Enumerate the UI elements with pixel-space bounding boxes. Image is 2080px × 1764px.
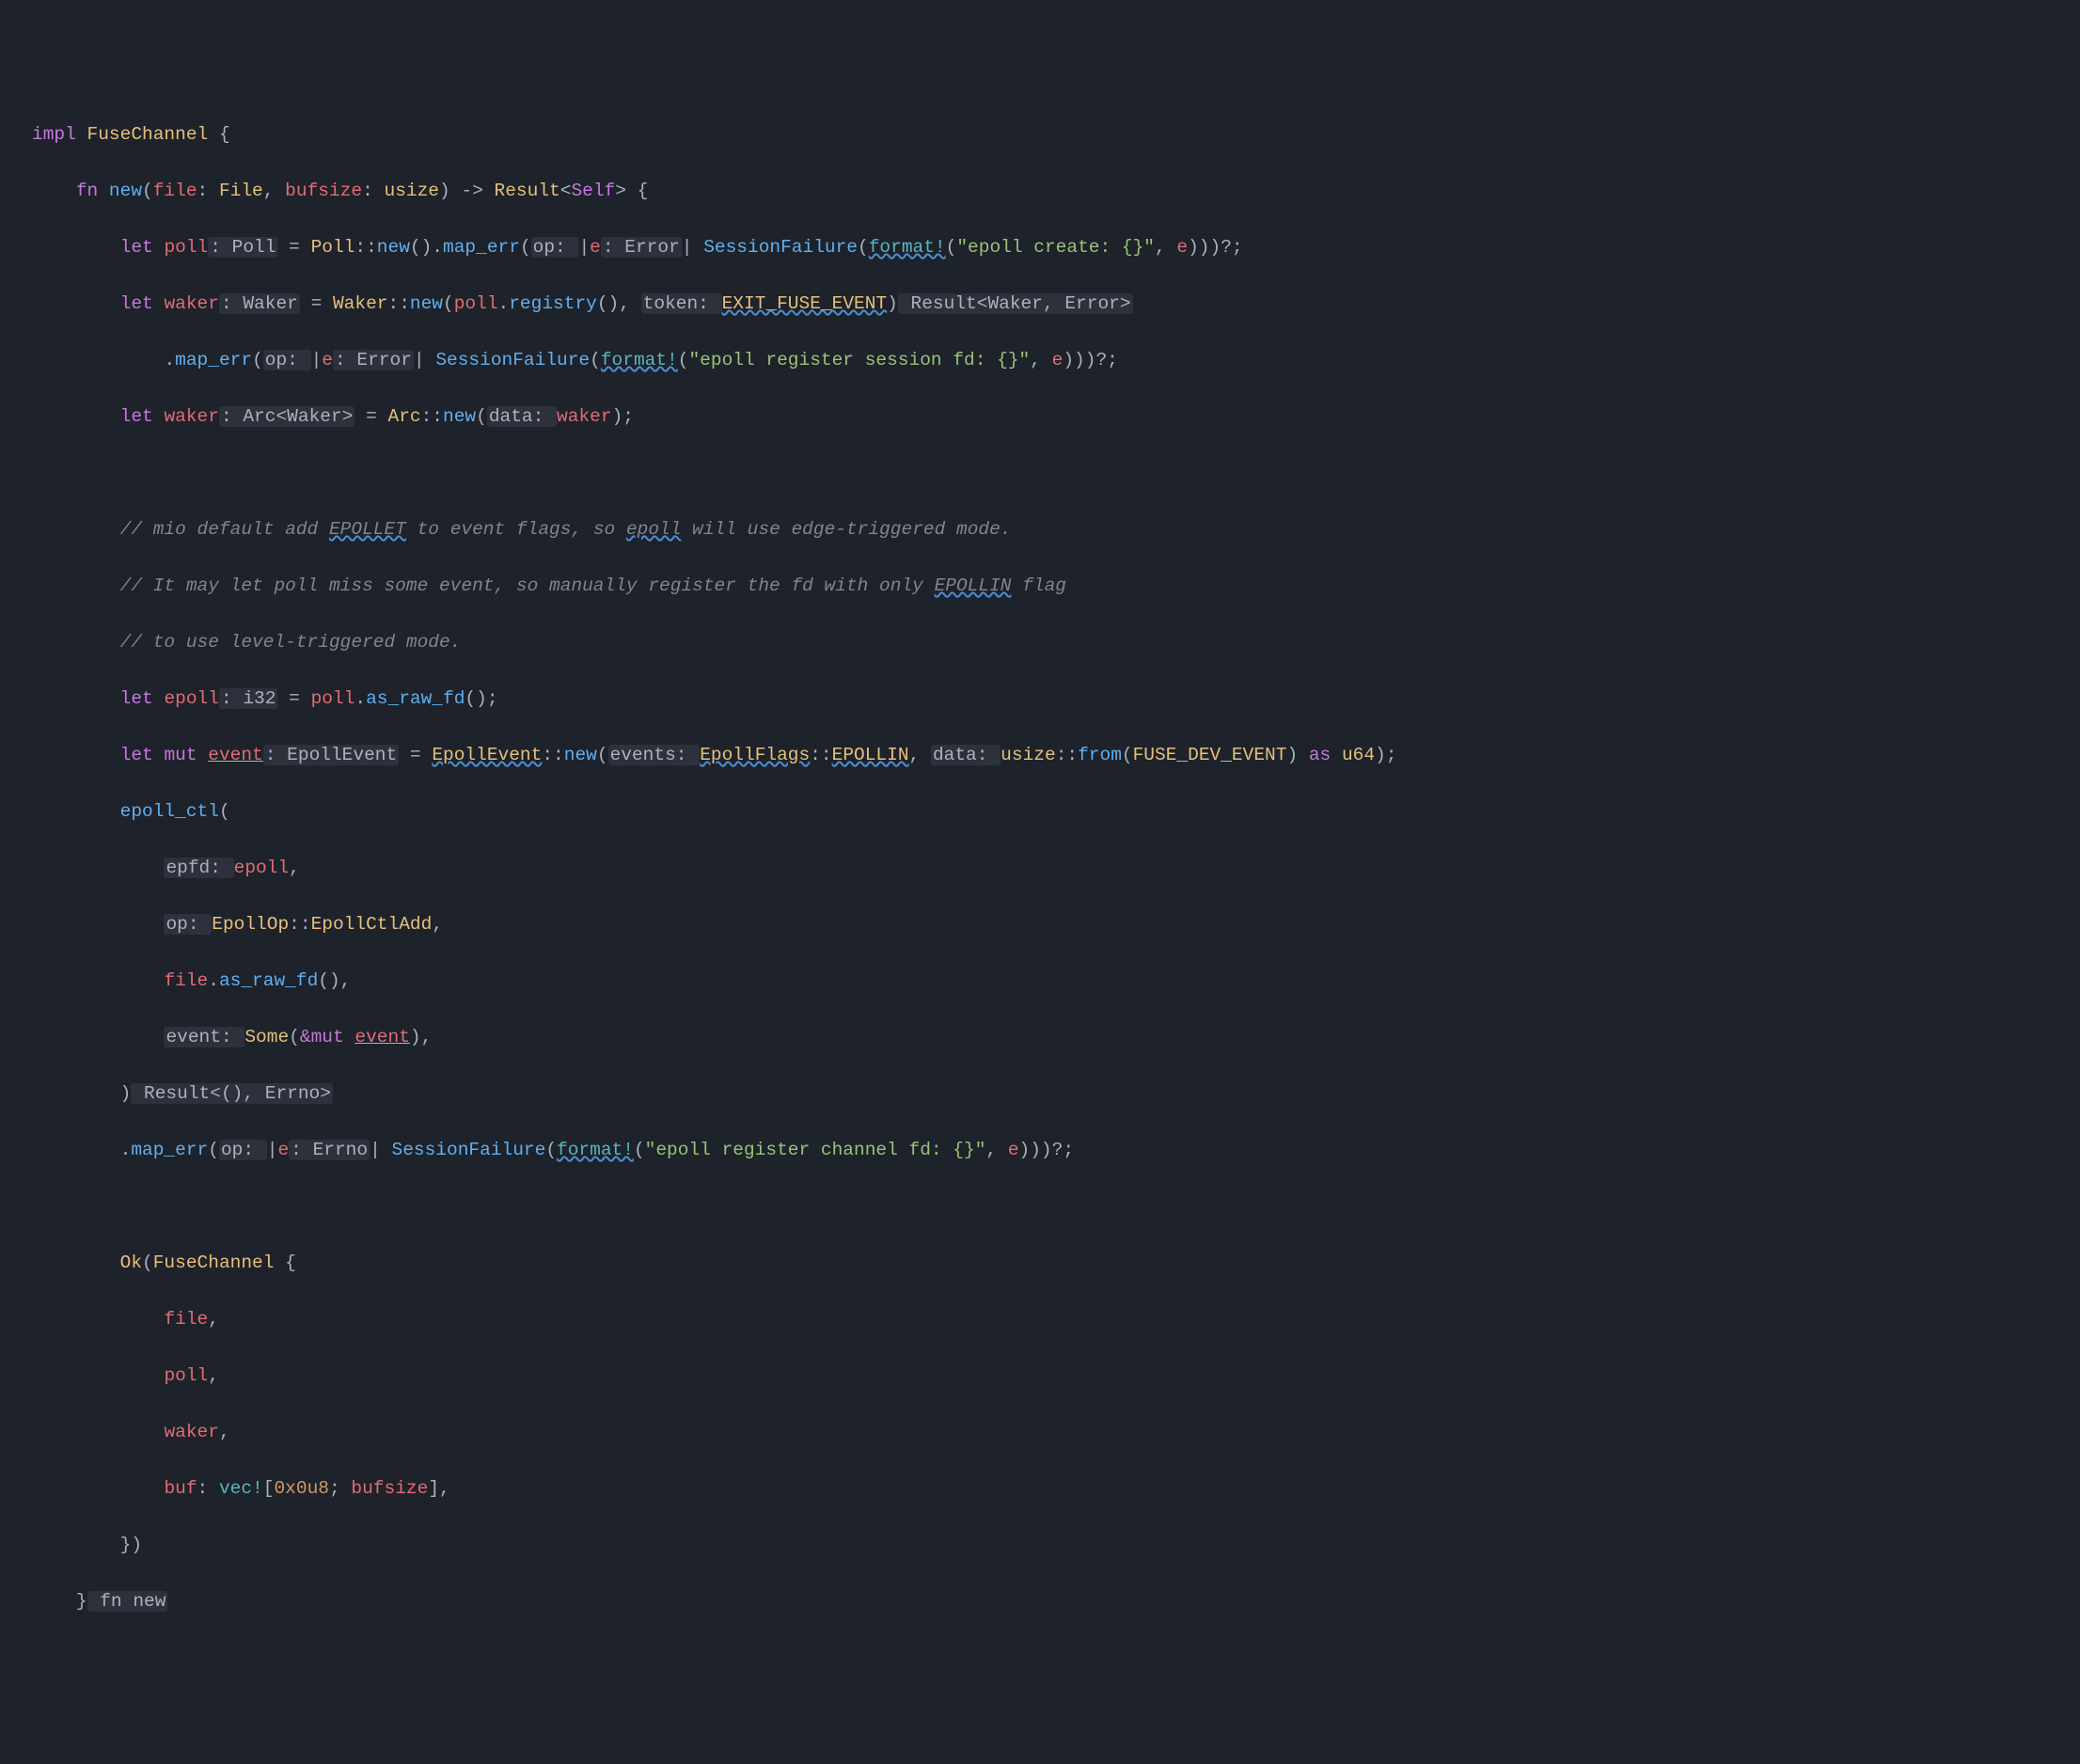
code-line[interactable]: op: EpollOp::EpollCtlAdd,: [0, 910, 2080, 938]
inlay-hint: data:: [487, 406, 557, 427]
code-line[interactable]: buf: vec![0x0u8; bufsize],: [0, 1474, 2080, 1503]
comment: // to use level-triggered mode.: [120, 632, 462, 653]
code-line[interactable]: Ok(FuseChannel {: [0, 1249, 2080, 1277]
code-line[interactable]: impl FuseChannel {: [0, 120, 2080, 149]
code-line[interactable]: } fn new: [0, 1587, 2080, 1615]
code-line[interactable]: let poll: Poll = Poll::new().map_err(op:…: [0, 233, 2080, 261]
inlay-hint: events:: [608, 745, 701, 765]
code-line[interactable]: let waker: Arc<Waker> = Arc::new(data: w…: [0, 402, 2080, 431]
keyword-fn: fn: [76, 181, 98, 201]
inlay-hint: epfd:: [164, 858, 233, 878]
inlay-hint: : Error: [601, 237, 682, 258]
code-line[interactable]: event: Some(&mut event),: [0, 1023, 2080, 1051]
code-line[interactable]: .map_err(op: |e: Errno| SessionFailure(f…: [0, 1136, 2080, 1164]
code-line[interactable]: // to use level-triggered mode.: [0, 628, 2080, 656]
inlay-hint: : Waker: [219, 293, 300, 314]
code-line[interactable]: file,: [0, 1305, 2080, 1333]
inlay-hint: fn new: [87, 1591, 168, 1612]
inlay-hint: op:: [164, 914, 212, 935]
keyword-impl: impl: [32, 124, 76, 145]
inlay-hint: op:: [219, 1140, 267, 1160]
code-line[interactable]: fn new(file: File, bufsize: usize) -> Re…: [0, 177, 2080, 205]
code-line[interactable]: [0, 459, 2080, 487]
inlay-hint: : Error: [333, 350, 414, 370]
fn-name: new: [109, 181, 142, 201]
inlay-hint: op:: [531, 237, 579, 258]
code-line[interactable]: let epoll: i32 = poll.as_raw_fd();: [0, 685, 2080, 713]
code-line[interactable]: }): [0, 1531, 2080, 1559]
inlay-hint: Result<(), Errno>: [131, 1083, 333, 1104]
inlay-hint: : Arc<Waker>: [219, 406, 355, 427]
code-line[interactable]: waker,: [0, 1418, 2080, 1446]
type-name: FuseChannel: [87, 124, 209, 145]
code-line[interactable]: let mut event: EpollEvent = EpollEvent::…: [0, 741, 2080, 769]
code-line[interactable]: file.as_raw_fd(),: [0, 967, 2080, 995]
inlay-hint: : Errno: [289, 1140, 370, 1160]
inlay-hint: : i32: [219, 688, 278, 709]
inlay-hint: op:: [263, 350, 311, 370]
inlay-hint: : Poll: [208, 237, 277, 258]
brace: {: [208, 124, 229, 145]
code-line[interactable]: let waker: Waker = Waker::new(poll.regis…: [0, 290, 2080, 318]
code-line[interactable]: // mio default add EPOLLET to event flag…: [0, 515, 2080, 543]
code-line[interactable]: [0, 1192, 2080, 1221]
code-line[interactable]: epfd: epoll,: [0, 854, 2080, 882]
inlay-hint: event:: [164, 1027, 244, 1047]
code-line[interactable]: ) Result<(), Errno>: [0, 1079, 2080, 1108]
inlay-hint: Result<Waker, Error>: [898, 293, 1133, 314]
code-line[interactable]: poll,: [0, 1362, 2080, 1390]
code-line[interactable]: // It may let poll miss some event, so m…: [0, 572, 2080, 600]
code-line[interactable]: .map_err(op: |e: Error| SessionFailure(f…: [0, 346, 2080, 374]
inlay-hint: : EpollEvent: [263, 745, 399, 765]
comment: // mio default add EPOLLET to event flag…: [120, 519, 1012, 540]
comment: // It may let poll miss some event, so m…: [120, 575, 1066, 596]
code-line[interactable]: epoll_ctl(: [0, 797, 2080, 826]
inlay-hint: token:: [641, 293, 722, 314]
inlay-hint: data:: [931, 745, 1001, 765]
